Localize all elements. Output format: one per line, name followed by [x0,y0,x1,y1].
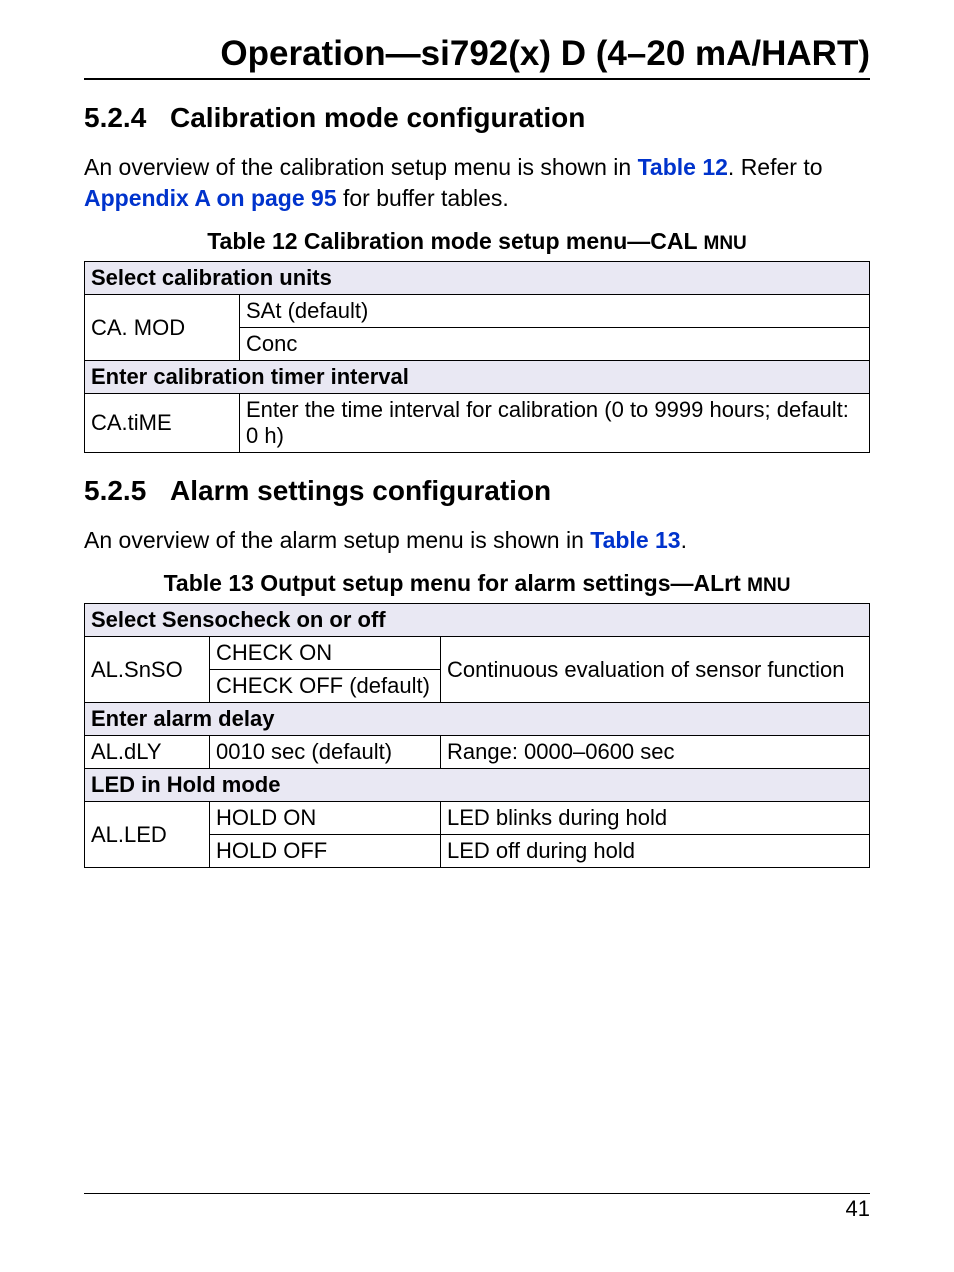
table-cell: AL.dLY [85,736,210,769]
link-table-13[interactable]: Table 13 [590,527,680,553]
section-title: Calibration mode configuration [170,102,585,134]
section-heading-525: 5.2.5 Alarm settings configuration [84,475,870,507]
section-525-body: An overview of the alarm setup menu is s… [84,525,870,556]
section-number: 5.2.4 [84,102,170,134]
section-524-body: An overview of the calibration setup men… [84,152,870,214]
table-cell: Range: 0000–0600 sec [441,736,870,769]
text-fragment: for buffer tables. [337,185,509,211]
link-table-12[interactable]: Table 12 [638,154,728,180]
table-12: Select calibration units CA. MOD SAt (de… [84,261,870,453]
text-fragment: An overview of the calibration setup men… [84,154,638,180]
table-row: Enter calibration timer interval [85,361,870,394]
table-cell: CHECK OFF (default) [210,670,441,703]
table-cell: LED blinks during hold [441,802,870,835]
page-footer: 41 [84,1193,870,1222]
table-cell: SAt (default) [240,295,870,328]
table-row: Select Sensocheck on or off [85,604,870,637]
table-row: AL.dLY 0010 sec (default) Range: 0000–06… [85,736,870,769]
table-cell: 0010 sec (default) [210,736,441,769]
text-fragment: An overview of the alarm setup menu is s… [84,527,590,553]
table-12-caption: Table 12 Calibration mode setup menu—CAL… [84,228,870,255]
table-row: Select calibration units [85,262,870,295]
table-header-cell: Select calibration units [85,262,870,295]
section-number: 5.2.5 [84,475,170,507]
table-13: Select Sensocheck on or off AL.SnSO CHEC… [84,603,870,868]
caption-smallcaps: MNU [704,233,747,254]
table-cell: Conc [240,328,870,361]
table-cell: Enter the time interval for calibration … [240,394,870,453]
table-cell: AL.SnSO [85,637,210,703]
table-13-caption: Table 13 Output setup menu for alarm set… [84,570,870,597]
table-row: CA. MOD SAt (default) [85,295,870,328]
link-appendix-a[interactable]: Appendix A on page 95 [84,185,337,211]
table-row: CA.tiME Enter the time interval for cali… [85,394,870,453]
text-fragment: . [681,527,687,553]
table-cell: CHECK ON [210,637,441,670]
caption-text: Table 12 Calibration mode setup menu—CAL [207,228,703,254]
table-cell: Continuous evaluation of sensor function [441,637,870,703]
table-header-cell: LED in Hold mode [85,769,870,802]
section-heading-524: 5.2.4 Calibration mode configuration [84,102,870,134]
table-cell: CA. MOD [85,295,240,361]
table-cell: HOLD OFF [210,835,441,868]
section-title: Alarm settings configuration [170,475,551,507]
text-fragment: . Refer to [728,154,823,180]
table-cell: LED off during hold [441,835,870,868]
table-cell: CA.tiME [85,394,240,453]
caption-smallcaps: MNU [747,575,790,596]
table-cell: AL.LED [85,802,210,868]
caption-text: Table 13 Output setup menu for alarm set… [164,570,748,596]
page-header-title: Operation—si792(x) D (4–20 mA/HART) [84,34,870,80]
table-row: Enter alarm delay [85,703,870,736]
table-row: LED in Hold mode [85,769,870,802]
table-cell: HOLD ON [210,802,441,835]
table-row: AL.LED HOLD ON LED blinks during hold [85,802,870,835]
table-header-cell: Enter calibration timer interval [85,361,870,394]
table-header-cell: Enter alarm delay [85,703,870,736]
table-row: AL.SnSO CHECK ON Continuous evaluation o… [85,637,870,670]
page-number: 41 [846,1196,870,1221]
table-header-cell: Select Sensocheck on or off [85,604,870,637]
